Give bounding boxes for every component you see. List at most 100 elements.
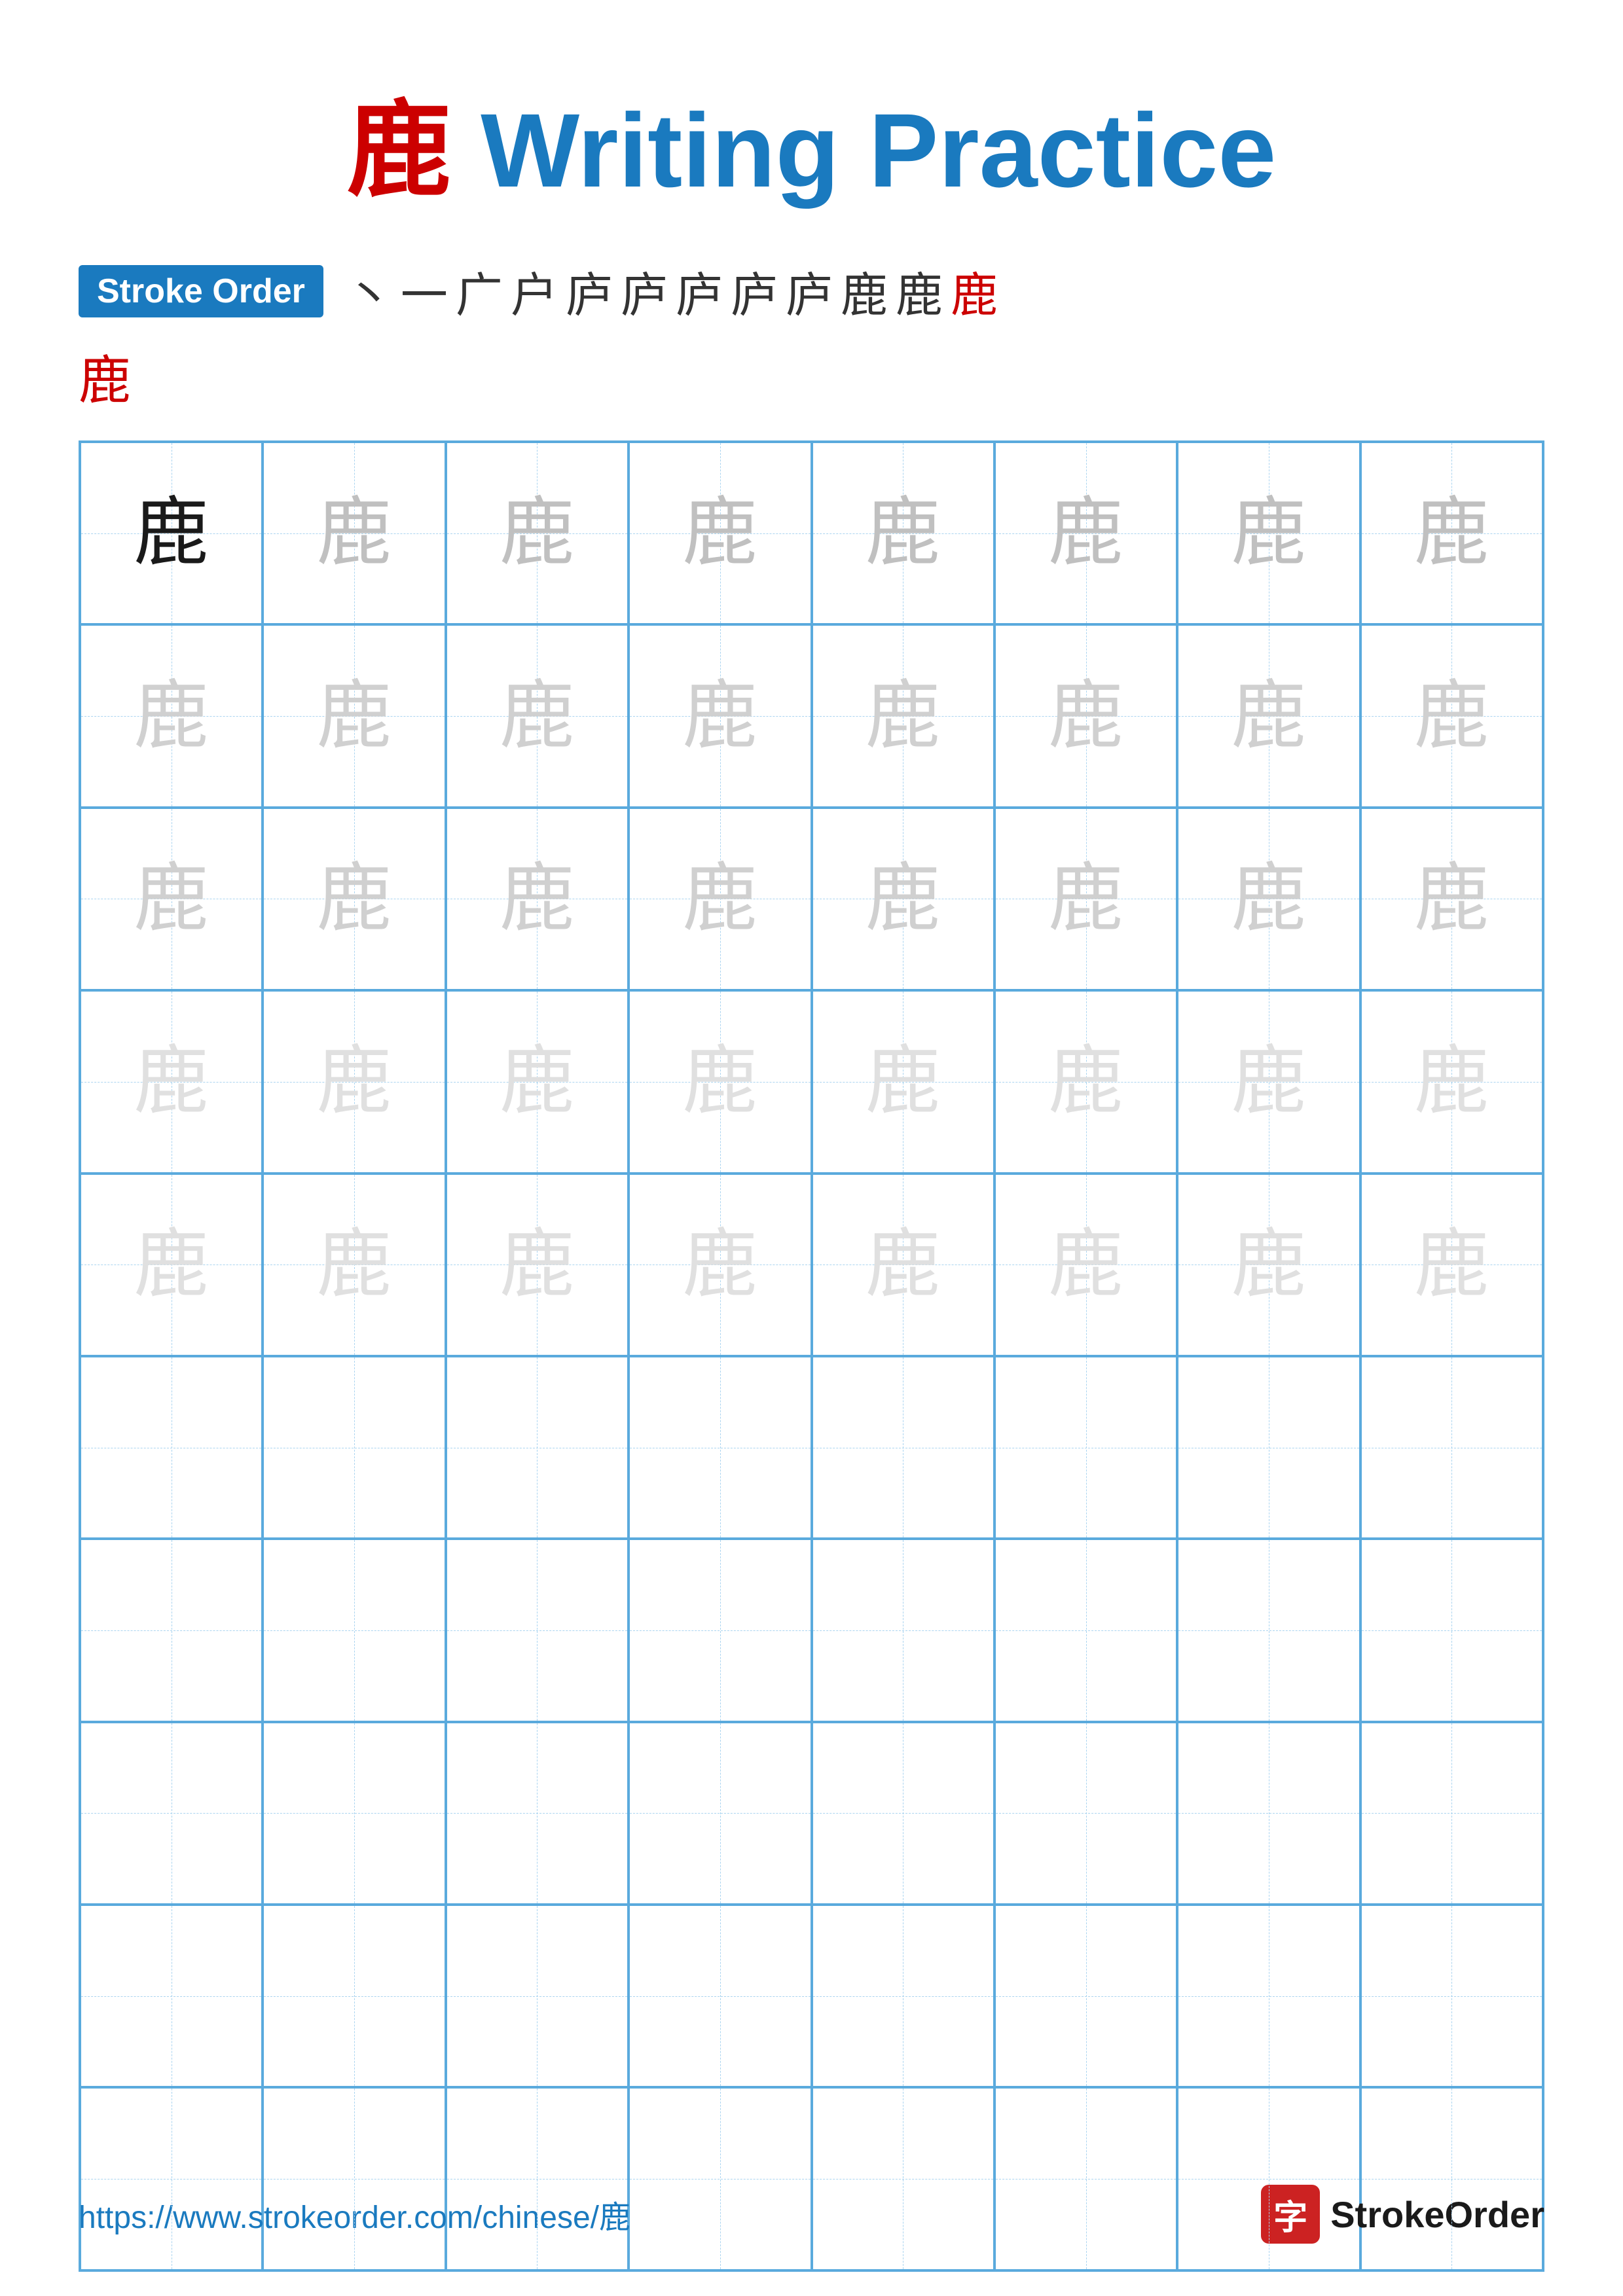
grid-cell-7-7[interactable] [1177,1539,1360,1721]
grid-cell-3-2[interactable]: 鹿 [263,808,445,990]
grid-cell-1-6[interactable]: 鹿 [994,442,1177,624]
grid-cell-4-1[interactable]: 鹿 [80,990,263,1173]
grid-cell-5-5[interactable]: 鹿 [812,1174,994,1356]
grid-cell-4-7[interactable]: 鹿 [1177,990,1360,1173]
grid-cell-1-2[interactable]: 鹿 [263,442,445,624]
grid-cell-7-8[interactable] [1360,1539,1543,1721]
grid-cell-8-1[interactable] [80,1722,263,1905]
grid-cell-6-3[interactable] [446,1356,629,1539]
grid-cell-1-3[interactable]: 鹿 [446,442,629,624]
stroke-order-row: Stroke Order 丶 一 广 户 庐 庐 庐 庐 庐 鹿 鹿 鹿 [79,257,1544,325]
grid-cell-3-1[interactable]: 鹿 [80,808,263,990]
grid-cell-2-8[interactable]: 鹿 [1360,624,1543,807]
practice-char: 鹿 [866,861,941,937]
practice-char: 鹿 [134,1044,209,1119]
practice-char: 鹿 [317,1227,392,1302]
grid-cell-8-5[interactable] [812,1722,994,1905]
stroke-6: 庐 [621,257,668,325]
practice-char: 鹿 [682,495,757,571]
grid-cell-4-3[interactable]: 鹿 [446,990,629,1173]
grid-cell-7-1[interactable] [80,1539,263,1721]
grid-cell-9-5[interactable] [812,1905,994,2087]
practice-char: 鹿 [682,1227,757,1302]
stroke-9: 庐 [786,257,833,325]
grid-cell-5-6[interactable]: 鹿 [994,1174,1177,1356]
grid-cell-1-8[interactable]: 鹿 [1360,442,1543,624]
grid-cell-8-2[interactable] [263,1722,445,1905]
grid-cell-2-1[interactable]: 鹿 [80,624,263,807]
grid-cell-2-6[interactable]: 鹿 [994,624,1177,807]
grid-cell-1-7[interactable]: 鹿 [1177,442,1360,624]
grid-cell-9-1[interactable] [80,1905,263,2087]
grid-cell-7-5[interactable] [812,1539,994,1721]
grid-cell-3-4[interactable]: 鹿 [629,808,811,990]
practice-char: 鹿 [1048,495,1123,571]
grid-cell-3-7[interactable]: 鹿 [1177,808,1360,990]
grid-cell-8-7[interactable] [1177,1722,1360,1905]
grid-cell-5-3[interactable]: 鹿 [446,1174,629,1356]
grid-cell-2-4[interactable]: 鹿 [629,624,811,807]
grid-cell-6-5[interactable] [812,1356,994,1539]
grid-cell-5-7[interactable]: 鹿 [1177,1174,1360,1356]
grid-cell-7-3[interactable] [446,1539,629,1721]
grid-row-3: 鹿 鹿 鹿 鹿 鹿 鹿 鹿 鹿 [80,808,1543,990]
grid-cell-7-4[interactable] [629,1539,811,1721]
grid-cell-9-7[interactable] [1177,1905,1360,2087]
grid-cell-2-2[interactable]: 鹿 [263,624,445,807]
grid-cell-9-3[interactable] [446,1905,629,2087]
page-title: 鹿 Writing Practice [79,65,1544,217]
grid-cell-5-4[interactable]: 鹿 [629,1174,811,1356]
grid-row-5: 鹿 鹿 鹿 鹿 鹿 鹿 鹿 鹿 [80,1174,1543,1356]
grid-cell-8-6[interactable] [994,1722,1177,1905]
stroke-second-line: 鹿 [79,338,1544,414]
grid-cell-1-4[interactable]: 鹿 [629,442,811,624]
grid-cell-6-6[interactable] [994,1356,1177,1539]
grid-cell-4-4[interactable]: 鹿 [629,990,811,1173]
grid-cell-6-1[interactable] [80,1356,263,1539]
practice-char: 鹿 [866,679,941,754]
practice-char: 鹿 [1048,861,1123,937]
grid-cell-5-8[interactable]: 鹿 [1360,1174,1543,1356]
grid-cell-2-5[interactable]: 鹿 [812,624,994,807]
grid-cell-6-2[interactable] [263,1356,445,1539]
grid-cell-1-1[interactable]: 鹿 [80,442,263,624]
grid-cell-8-8[interactable] [1360,1722,1543,1905]
practice-char: 鹿 [1414,861,1489,937]
grid-cell-3-6[interactable]: 鹿 [994,808,1177,990]
grid-row-7 [80,1539,1543,1721]
practice-char: 鹿 [500,1044,575,1119]
practice-char: 鹿 [866,1044,941,1119]
practice-char: 鹿 [866,1227,941,1302]
grid-cell-5-1[interactable]: 鹿 [80,1174,263,1356]
stroke-3: 广 [456,257,503,325]
practice-char: 鹿 [1414,1044,1489,1119]
grid-cell-7-6[interactable] [994,1539,1177,1721]
stroke-2: 一 [401,257,448,325]
grid-cell-9-8[interactable] [1360,1905,1543,2087]
grid-cell-8-3[interactable] [446,1722,629,1905]
grid-cell-5-2[interactable]: 鹿 [263,1174,445,1356]
grid-cell-9-2[interactable] [263,1905,445,2087]
stroke-5: 庐 [566,257,613,325]
grid-cell-6-8[interactable] [1360,1356,1543,1539]
grid-cell-9-6[interactable] [994,1905,1177,2087]
brand-icon: 字 [1261,2185,1320,2244]
grid-cell-3-5[interactable]: 鹿 [812,808,994,990]
grid-cell-2-7[interactable]: 鹿 [1177,624,1360,807]
grid-cell-9-4[interactable] [629,1905,811,2087]
practice-char: 鹿 [1048,1044,1123,1119]
grid-cell-1-5[interactable]: 鹿 [812,442,994,624]
grid-cell-2-3[interactable]: 鹿 [446,624,629,807]
grid-cell-4-6[interactable]: 鹿 [994,990,1177,1173]
grid-cell-6-4[interactable] [629,1356,811,1539]
grid-cell-6-7[interactable] [1177,1356,1360,1539]
stroke-7: 庐 [676,257,723,325]
stroke-11: 鹿 [896,257,943,325]
grid-cell-4-8[interactable]: 鹿 [1360,990,1543,1173]
grid-cell-4-5[interactable]: 鹿 [812,990,994,1173]
grid-cell-4-2[interactable]: 鹿 [263,990,445,1173]
grid-cell-3-3[interactable]: 鹿 [446,808,629,990]
grid-cell-3-8[interactable]: 鹿 [1360,808,1543,990]
grid-cell-8-4[interactable] [629,1722,811,1905]
grid-cell-7-2[interactable] [263,1539,445,1721]
